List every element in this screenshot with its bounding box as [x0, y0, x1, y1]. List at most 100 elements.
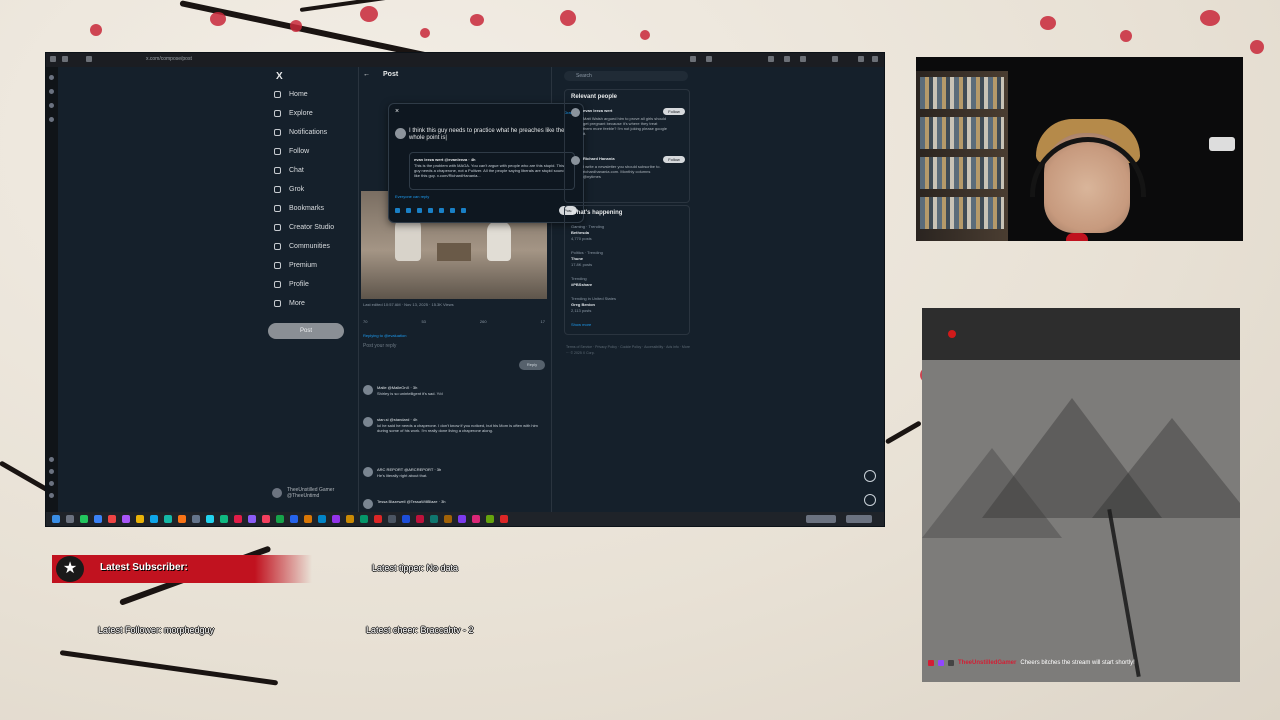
post-button[interactable]: Post	[268, 323, 344, 339]
app-icon[interactable]	[122, 515, 130, 523]
menu-icon[interactable]	[832, 56, 838, 62]
nav-item-home[interactable]: Home	[274, 91, 308, 98]
list-item[interactable]: ARC REPORT @ARCREPORT · 3h He's literall…	[363, 467, 545, 493]
nav-item-chat[interactable]: Chat	[274, 167, 304, 174]
app-icon[interactable]	[374, 515, 382, 523]
start-icon[interactable]	[52, 515, 60, 523]
schedule-icon[interactable]	[450, 208, 455, 213]
nav-item-more[interactable]: More	[274, 300, 305, 307]
person-card[interactable]: Richard Hanania I write a newsletter you…	[571, 156, 685, 196]
app-icon[interactable]	[108, 515, 116, 523]
close-icon[interactable]	[872, 56, 878, 62]
reload-icon[interactable]	[86, 56, 92, 62]
app-icon[interactable]	[472, 515, 480, 523]
folder-icon[interactable]	[136, 515, 144, 523]
trend-item[interactable]: Trending in United States Greg Benion 2,11…	[571, 296, 616, 314]
trend-item[interactable]: Trending #PBSshare	[571, 276, 592, 288]
add-icon[interactable]	[49, 117, 54, 122]
app-icon[interactable]	[164, 515, 172, 523]
chat-icon[interactable]	[864, 494, 876, 506]
settings-icon[interactable]	[49, 493, 54, 498]
show-more-link[interactable]: Show more	[571, 322, 591, 327]
nav-item-follow[interactable]: Follow	[274, 148, 309, 155]
sidebar-icon[interactable]	[49, 457, 54, 462]
app-icon[interactable]	[150, 515, 158, 523]
back-icon[interactable]	[50, 56, 56, 62]
app-icon[interactable]	[276, 515, 284, 523]
app-icon[interactable]	[444, 515, 452, 523]
app-icon[interactable]	[192, 515, 200, 523]
app-icon[interactable]	[178, 515, 186, 523]
app-icon[interactable]	[416, 515, 424, 523]
app-icon[interactable]	[248, 515, 256, 523]
nav-item-profile[interactable]: Profile	[274, 281, 309, 288]
nav-item-creator-studio[interactable]: Creator Studio	[274, 224, 334, 231]
nav-item-premium[interactable]: Premium	[274, 262, 317, 269]
forward-icon[interactable]	[62, 56, 68, 62]
app-icon[interactable]	[318, 515, 326, 523]
list-item[interactable]: stan.si @standard · 4h lol he said he ne…	[363, 417, 545, 457]
app-icon[interactable]	[262, 515, 270, 523]
compose-textarea[interactable]: I think this guy needs to practice what …	[409, 128, 577, 142]
extension-icon[interactable]	[690, 56, 696, 62]
nav-item-explore[interactable]: Explore	[274, 110, 313, 117]
app-icon[interactable]	[402, 515, 410, 523]
app-icon[interactable]	[80, 515, 88, 523]
app-icon[interactable]	[206, 515, 214, 523]
nav-item-grok[interactable]: Grok	[274, 186, 304, 193]
reply-count[interactable]: 70	[363, 319, 367, 324]
sidebar-icon[interactable]	[49, 481, 54, 486]
sidebar-icon[interactable]	[49, 89, 54, 94]
footer-links[interactable]: Terms of Service · Privacy Policy · Cook…	[566, 344, 690, 356]
app-icon[interactable]	[346, 515, 354, 523]
poll-icon[interactable]	[428, 208, 433, 213]
trend-item[interactable]: Politics · Trending Thune 17.8K posts	[571, 250, 603, 268]
account-switcher[interactable]: TheeUnstilled Gamer @TheeUntimd	[272, 487, 334, 499]
location-icon[interactable]	[461, 208, 466, 213]
nav-item-notifications[interactable]: Notifications	[274, 129, 327, 136]
profile-icon[interactable]	[800, 56, 806, 62]
app-icon[interactable]	[290, 515, 298, 523]
repost-count[interactable]: 53	[421, 319, 425, 324]
person-card[interactable]: evan leeza wert Matt Walsh argued him to…	[571, 108, 685, 148]
app-icon[interactable]	[234, 515, 242, 523]
sidebar-icon[interactable]	[49, 103, 54, 108]
app-icon[interactable]	[430, 515, 438, 523]
search-input[interactable]: Search	[564, 71, 688, 81]
x-logo[interactable]: X	[276, 71, 283, 82]
bookmark-count[interactable]: 17	[541, 319, 545, 324]
list-item[interactable]: Tessa Blazewell @TessaWillBlaze · 3h	[363, 499, 545, 511]
app-icon[interactable]	[332, 515, 340, 523]
app-icon[interactable]	[304, 515, 312, 523]
sidebar-icon[interactable]	[49, 75, 54, 80]
back-arrow-icon[interactable]: ←	[363, 71, 370, 78]
like-count[interactable]: 260	[480, 319, 487, 324]
app-icon[interactable]	[94, 515, 102, 523]
nav-item-communities[interactable]: Communities	[274, 243, 330, 250]
grok-icon[interactable]	[417, 208, 422, 213]
app-icon[interactable]	[486, 515, 494, 523]
search-icon[interactable]	[66, 515, 74, 523]
reply-setting[interactable]: Everyone can reply	[395, 194, 429, 199]
follow-button[interactable]: Follow	[663, 156, 685, 163]
nav-item-bookmarks[interactable]: Bookmarks	[274, 205, 324, 212]
reply-button[interactable]: Reply	[519, 360, 545, 370]
address-bar[interactable]: x.com/compose/post	[146, 56, 192, 62]
follow-button[interactable]: Follow	[663, 108, 685, 115]
settings-icon[interactable]	[864, 470, 876, 482]
app-icon[interactable]	[388, 515, 396, 523]
image-icon[interactable]	[395, 208, 400, 213]
sidebar-icon[interactable]	[49, 469, 54, 474]
minimize-icon[interactable]	[858, 56, 864, 62]
app-icon[interactable]	[220, 515, 228, 523]
app-icon[interactable]	[500, 515, 508, 523]
reply-input[interactable]: Post your reply	[363, 343, 396, 349]
system-tray[interactable]	[806, 515, 836, 523]
emoji-icon[interactable]	[439, 208, 444, 213]
trend-item[interactable]: Gaming · Trending Bethesda 4,770 posts	[571, 224, 604, 242]
star-icon[interactable]	[706, 56, 712, 62]
puzzle-icon[interactable]	[768, 56, 774, 62]
download-icon[interactable]	[784, 56, 790, 62]
close-icon[interactable]: ×	[395, 108, 399, 115]
list-item[interactable]: Malle @MalleOnX · 3h Shirley is so unint…	[363, 385, 545, 411]
